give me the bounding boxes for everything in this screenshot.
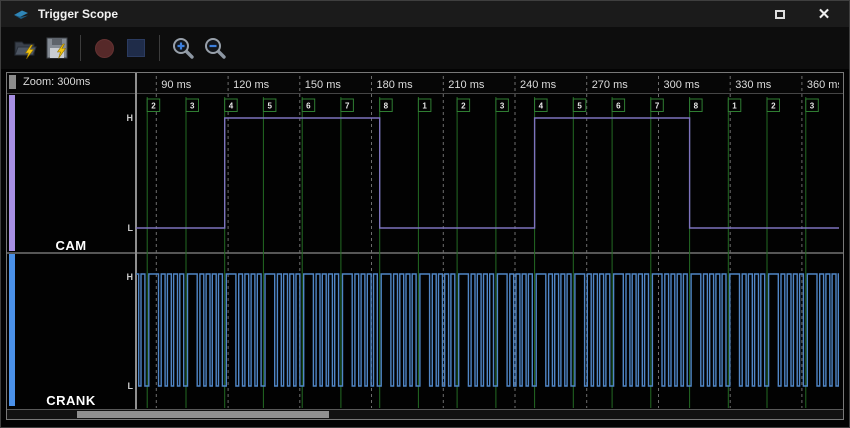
trigger-marker-number: 8 [694, 102, 699, 111]
header-grip[interactable] [9, 75, 16, 89]
toolbar-separator [159, 35, 160, 61]
toolbar-separator [80, 35, 81, 61]
trigger-marker-number: 5 [577, 102, 582, 111]
scrollbar-thumb[interactable] [77, 411, 329, 418]
trigger-marker-number: 2 [461, 102, 466, 111]
time-tick-label: 90 ms [161, 79, 191, 91]
time-tick-label: 330 ms [735, 79, 772, 91]
toolbar [1, 27, 849, 69]
cam-low-label: L [107, 222, 133, 234]
trigger-marker-number: 3 [810, 102, 815, 111]
trigger-marker-number: 2 [771, 102, 776, 111]
window-title: Trigger Scope [38, 7, 118, 21]
record-icon [95, 39, 114, 58]
crank-trace [136, 274, 839, 386]
zoom-in-icon [171, 36, 195, 60]
stop-button[interactable] [120, 30, 152, 66]
trigger-marker-number: 4 [229, 102, 234, 111]
close-button[interactable]: ✕ [809, 2, 839, 26]
trigger-marker-number: 2 [151, 102, 156, 111]
trigger-marker-number: 4 [539, 102, 544, 111]
time-tick-label: 180 ms [377, 79, 414, 91]
zoom-out-button[interactable] [199, 30, 231, 66]
zoom-out-icon [203, 36, 227, 60]
cam-high-label: H [107, 112, 133, 124]
trigger-scope-window: Trigger Scope ✕ [0, 0, 850, 428]
crank-high-label: H [107, 271, 133, 283]
trigger-marker-number: 7 [345, 102, 350, 111]
open-button[interactable] [9, 30, 41, 66]
waveform-plot: 90 ms 120 ms 150 ms 180 ms 210 ms 240 ms 270 m… [136, 73, 839, 409]
zoom-in-button[interactable] [167, 30, 199, 66]
maximize-button[interactable] [765, 2, 795, 26]
record-button[interactable] [88, 30, 120, 66]
trigger-marker-number: 8 [384, 102, 389, 111]
trigger-marker-number: 1 [732, 102, 737, 111]
stop-icon [127, 39, 145, 57]
trigger-marker-number: 1 [422, 102, 427, 111]
time-tick-label: 360 ms [807, 79, 839, 91]
maximize-icon [775, 10, 785, 19]
time-tick-label: 120 ms [233, 79, 270, 91]
trigger-marker-number: 3 [500, 102, 505, 111]
cam-channel-stripe [9, 95, 15, 251]
scope-panel: Zoom: 300ms CAM CRANK H L H L 90 ms 120 m… [6, 72, 844, 420]
trigger-marker-number: 7 [655, 102, 660, 111]
cam-channel-label: CAM [15, 238, 127, 253]
cam-trace [136, 118, 839, 228]
trigger-marker-number: 6 [306, 102, 311, 111]
close-icon: ✕ [818, 7, 831, 22]
time-tick-label: 240 ms [520, 79, 557, 91]
time-tick-label: 300 ms [664, 79, 701, 91]
zoom-level-label: Zoom: 300ms [23, 76, 90, 88]
save-icon [44, 35, 70, 61]
save-button[interactable] [41, 30, 73, 66]
trigger-marker-number: 3 [190, 102, 195, 111]
app-icon [13, 8, 29, 20]
trigger-marker-number: 5 [267, 102, 272, 111]
folder-open-icon [12, 35, 38, 61]
crank-channel-stripe [9, 254, 15, 406]
titlebar[interactable]: Trigger Scope ✕ [1, 1, 849, 27]
trigger-marker-number: 6 [616, 102, 621, 111]
time-tick-label: 210 ms [448, 79, 485, 91]
time-tick-label: 150 ms [305, 79, 342, 91]
time-tick-label: 270 ms [592, 79, 629, 91]
crank-low-label: L [107, 380, 133, 392]
horizontal-scrollbar[interactable] [7, 409, 843, 419]
crank-channel-label: CRANK [15, 393, 127, 408]
